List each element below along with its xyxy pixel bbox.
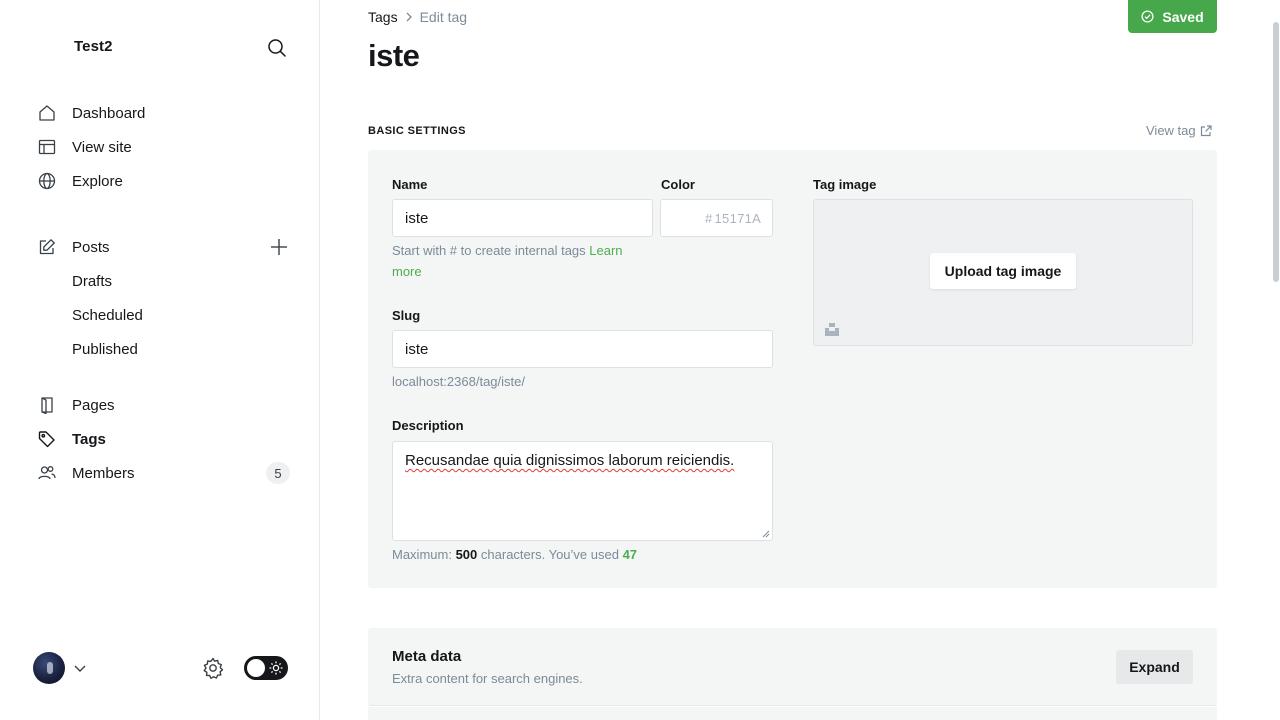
sidebar-item-label: Explore	[72, 172, 123, 190]
external-link-icon	[1200, 124, 1212, 136]
expand-button[interactable]: Expand	[1116, 650, 1193, 684]
members-count-badge: 5	[266, 462, 290, 484]
sidebar-item-posts[interactable]: Posts	[36, 232, 292, 262]
main-content: Tags Edit tag iste Saved BASIC SETTINGS …	[320, 0, 1280, 720]
save-button[interactable]: Saved	[1128, 0, 1217, 33]
color-placeholder: 15171A	[714, 210, 762, 226]
name-input[interactable]: iste	[392, 199, 653, 237]
meta-data-subtitle: Extra content for search engines.	[392, 671, 583, 686]
sidebar-item-members[interactable]: Members 5	[36, 458, 292, 488]
search-button[interactable]	[264, 35, 290, 61]
toggle-knob	[247, 659, 265, 677]
sidebar-item-label: Members	[72, 464, 135, 482]
sidebar-item-published[interactable]: Published	[72, 334, 292, 364]
sidebar-item-dashboard[interactable]: Dashboard	[36, 98, 292, 128]
sidebar-item-label: Dashboard	[72, 104, 146, 122]
description-counter: Maximum: 500 characters. You’ve used 47	[392, 544, 637, 565]
sidebar-item-label: Tags	[72, 430, 106, 448]
check-circle-icon	[1141, 10, 1154, 23]
breadcrumb-tags-link[interactable]: Tags	[368, 9, 398, 25]
color-input[interactable]: # 15171A	[697, 199, 773, 237]
sidebar-item-explore[interactable]: Explore	[36, 166, 292, 196]
tag-icon	[36, 428, 58, 450]
avatar[interactable]	[33, 652, 65, 684]
sidebar-item-label: Scheduled	[72, 306, 143, 324]
description-text: Recusandae quia dignissimos laborum reic…	[405, 452, 735, 469]
sidebar: Test2 Dashboard View site Explore Posts …	[0, 0, 320, 720]
sidebar-item-tags[interactable]: Tags	[36, 424, 292, 454]
slug-label: Slug	[392, 308, 421, 323]
site-title[interactable]: Test2	[74, 38, 113, 55]
next-panel	[368, 707, 1217, 720]
view-tag-link[interactable]: View tag	[1146, 123, 1212, 138]
scrollbar[interactable]	[1272, 0, 1280, 720]
page-icon	[36, 394, 58, 416]
plus-icon	[271, 239, 287, 255]
resize-grip-icon[interactable]	[762, 530, 770, 538]
sidebar-item-view-site[interactable]: View site	[36, 132, 292, 162]
page-title: iste	[368, 38, 420, 73]
sidebar-item-scheduled[interactable]: Scheduled	[72, 300, 292, 330]
counter-mid: characters. You’ve used	[480, 547, 619, 562]
layout-icon	[36, 136, 58, 158]
theme-toggle[interactable]	[244, 656, 288, 680]
chevron-right-icon	[404, 12, 414, 22]
globe-icon	[36, 170, 58, 192]
search-icon	[268, 39, 286, 57]
basic-settings-heading: BASIC SETTINGS	[368, 125, 466, 137]
home-icon	[36, 102, 58, 124]
scrollbar-thumb[interactable]	[1273, 22, 1279, 282]
meta-data-panel: Meta data Extra content for search engin…	[368, 628, 1217, 706]
sidebar-item-drafts[interactable]: Drafts	[72, 266, 292, 296]
slug-url-hint: localhost:2368/tag/iste/	[392, 374, 525, 389]
name-label: Name	[392, 177, 428, 192]
name-hint: Start with # to create internal tags Lea…	[392, 240, 652, 282]
unsplash-icon[interactable]	[825, 322, 839, 336]
meta-data-title: Meta data	[392, 648, 462, 665]
gear-icon[interactable]	[201, 656, 225, 680]
name-hint-text: Start with # to create internal tags	[392, 243, 586, 258]
chevron-down-icon[interactable]	[72, 660, 88, 676]
color-label: Color	[661, 177, 695, 192]
description-textarea[interactable]: Recusandae quia dignissimos laborum reic…	[392, 441, 773, 541]
sidebar-item-label: Pages	[72, 396, 115, 414]
add-post-button[interactable]	[268, 236, 290, 258]
sun-icon	[269, 661, 283, 675]
users-icon	[36, 462, 58, 484]
sidebar-item-label: View site	[72, 138, 132, 156]
tag-image-dropzone[interactable]: Upload tag image	[813, 199, 1193, 346]
color-hash: #	[705, 210, 713, 226]
slug-input[interactable]: iste	[392, 330, 773, 368]
description-label: Description	[392, 418, 464, 433]
counter-max: 500	[455, 547, 478, 562]
breadcrumb: Tags Edit tag	[368, 9, 467, 25]
view-tag-label: View tag	[1146, 123, 1196, 138]
counter-prefix: Maximum:	[392, 547, 452, 562]
tag-image-label: Tag image	[813, 177, 877, 192]
upload-tag-image-button[interactable]: Upload tag image	[930, 253, 1076, 289]
sidebar-item-label: Posts	[72, 238, 110, 256]
basic-settings-panel: Name iste Start with # to create interna…	[368, 150, 1217, 588]
sidebar-item-label: Published	[72, 340, 138, 358]
edit-icon	[36, 236, 58, 258]
counter-used: 47	[622, 547, 638, 562]
save-button-label: Saved	[1162, 8, 1204, 25]
color-swatch[interactable]	[660, 199, 698, 237]
breadcrumb-current: Edit tag	[419, 9, 468, 25]
sidebar-item-label: Drafts	[72, 272, 113, 290]
sidebar-item-pages[interactable]: Pages	[36, 390, 292, 420]
